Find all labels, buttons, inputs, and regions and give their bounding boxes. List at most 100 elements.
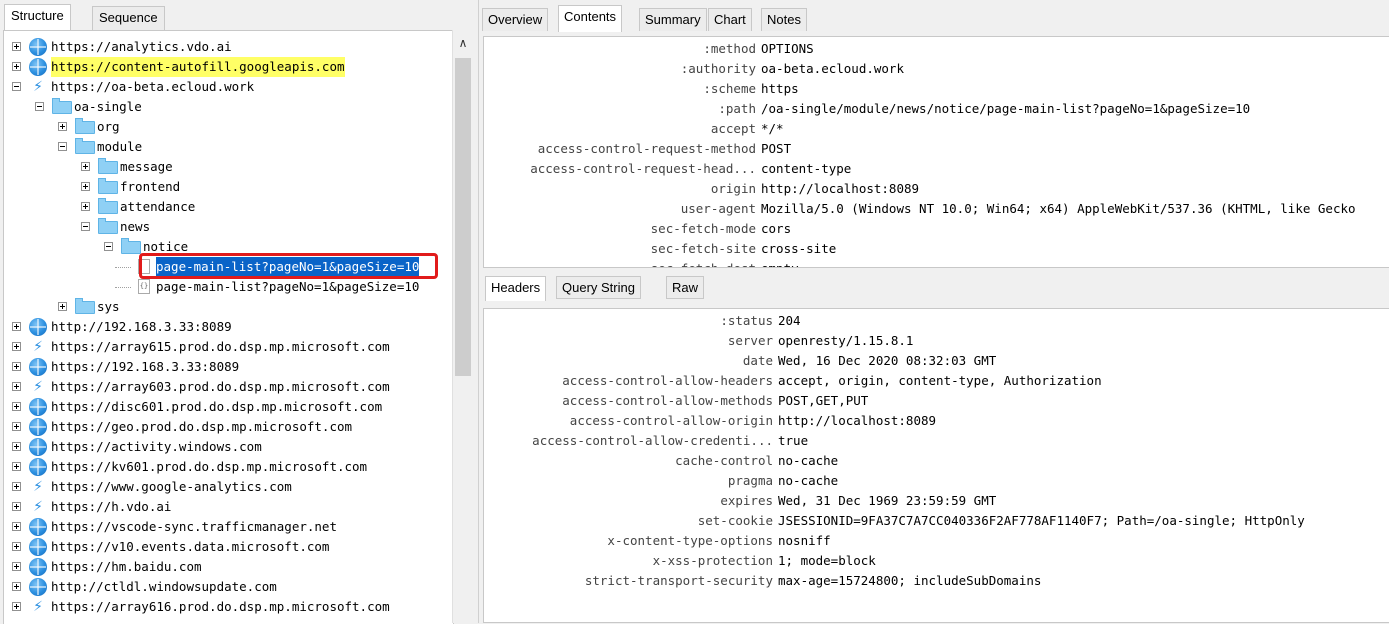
collapse-icon[interactable] — [104, 242, 113, 251]
tab-overview[interactable]: Overview — [482, 8, 549, 31]
expand-icon[interactable] — [12, 542, 21, 551]
expand-icon[interactable] — [58, 122, 67, 131]
tree-node[interactable]: https://activity.windows.com — [4, 437, 453, 457]
header-row[interactable]: cache-control no-cache — [484, 451, 1389, 471]
tree-node[interactable]: ⚡ https://array615.prod.do.dsp.mp.microso… — [4, 337, 453, 357]
collapse-icon[interactable] — [35, 102, 44, 111]
expand-icon[interactable] — [12, 382, 21, 391]
tree-node[interactable]: news — [4, 217, 453, 237]
tab-sequence[interactable]: Sequence — [92, 6, 165, 30]
header-name: access-control-request-method — [537, 141, 756, 156]
collapse-icon[interactable] — [12, 82, 21, 91]
tree-node[interactable]: https://geo.prod.do.dsp.mp.microsoft.com — [4, 417, 453, 437]
header-row[interactable]: origin http://localhost:8089 — [484, 179, 1389, 199]
tree-node[interactable]: ⚡ https://www.google-analytics.com — [4, 477, 453, 497]
bolt-icon: ⚡ — [33, 79, 43, 95]
header-row[interactable]: :authority oa-beta.ecloud.work — [484, 59, 1389, 79]
header-row[interactable]: sec-fetch-site cross-site — [484, 239, 1389, 259]
header-row[interactable]: :method OPTIONS — [484, 39, 1389, 59]
header-row[interactable]: sec-fetch-mode cors — [484, 219, 1389, 239]
header-row[interactable]: access-control-allow-credenti... true — [484, 431, 1389, 451]
header-row[interactable]: strict-transport-security max-age=1572480… — [484, 571, 1389, 591]
expand-icon[interactable] — [12, 342, 21, 351]
expand-icon[interactable] — [12, 582, 21, 591]
tab-query-string[interactable]: Query String — [556, 276, 641, 299]
tree-node-label: sys — [97, 299, 120, 314]
tree-node[interactable]: ⚡ https://array616.prod.do.dsp.mp.microso… — [4, 597, 453, 617]
collapse-icon[interactable] — [81, 222, 90, 231]
expand-icon[interactable] — [12, 442, 21, 451]
tree-node-label: https://oa-beta.ecloud.work — [51, 79, 255, 94]
tree-node[interactable]: https://kv601.prod.do.dsp.mp.microsoft.c… — [4, 457, 453, 477]
tab-chart[interactable]: Chart — [708, 8, 752, 31]
tab-structure[interactable]: Structure — [4, 4, 71, 31]
expand-icon[interactable] — [12, 42, 21, 51]
header-row[interactable]: user-agent Mozilla/5.0 (Windows NT 10.0; … — [484, 199, 1389, 219]
tree-node[interactable]: module — [4, 137, 453, 157]
tab-notes[interactable]: Notes — [761, 8, 807, 31]
expand-icon[interactable] — [12, 422, 21, 431]
header-row[interactable]: :status 204 — [484, 311, 1389, 331]
header-row[interactable]: date Wed, 16 Dec 2020 08:32:03 GMT — [484, 351, 1389, 371]
header-row[interactable]: access-control-request-method POST — [484, 139, 1389, 159]
tree-node[interactable]: ⚡ https://oa-beta.ecloud.work — [4, 77, 453, 97]
tree-node[interactable]: oa-single — [4, 97, 453, 117]
expand-icon[interactable] — [12, 462, 21, 471]
header-value: no-cache — [778, 453, 839, 468]
tree-node[interactable]: message — [4, 157, 453, 177]
header-row[interactable]: access-control-request-head... content-ty… — [484, 159, 1389, 179]
tree-node[interactable]: {} page-main-list?pageNo=1&pageSize=10 — [4, 277, 453, 297]
tree-node[interactable]: https://analytics.vdo.ai — [4, 37, 453, 57]
tree-scrollbar[interactable]: ∧ — [452, 30, 473, 623]
expand-icon[interactable] — [81, 162, 90, 171]
expand-icon[interactable] — [12, 602, 21, 611]
tree-node[interactable]: https://vscode-sync.trafficmanager.net — [4, 517, 453, 537]
scroll-up-arrow-icon[interactable]: ∧ — [453, 36, 473, 50]
expand-icon[interactable] — [12, 362, 21, 371]
tab-headers[interactable]: Headers — [485, 276, 547, 301]
header-row[interactable]: :scheme https — [484, 79, 1389, 99]
tab-raw[interactable]: Raw — [666, 276, 705, 299]
header-row[interactable]: access-control-allow-methods POST,GET,PUT — [484, 391, 1389, 411]
expand-icon[interactable] — [12, 502, 21, 511]
header-name: sec-fetch-site — [650, 241, 756, 256]
header-row[interactable]: access-control-allow-origin http://localh… — [484, 411, 1389, 431]
tree-node[interactable]: sys — [4, 297, 453, 317]
tree-node[interactable]: ⚡ https://h.vdo.ai — [4, 497, 453, 517]
expand-icon[interactable] — [12, 562, 21, 571]
tree-node[interactable]: frontend — [4, 177, 453, 197]
tree-node[interactable]: https://192.168.3.33:8089 — [4, 357, 453, 377]
expand-icon[interactable] — [81, 182, 90, 191]
collapse-icon[interactable] — [58, 142, 67, 151]
header-row[interactable]: :path/oa-single/module/news/notice/page-… — [484, 99, 1389, 119]
expand-icon[interactable] — [12, 62, 21, 71]
header-row[interactable]: access-control-allow-headers accept, orig… — [484, 371, 1389, 391]
header-row[interactable]: set-cookie JSESSIONID=9FA37C7A7CC040336F2… — [484, 511, 1389, 531]
expand-icon[interactable] — [12, 402, 21, 411]
tree-node[interactable]: org — [4, 117, 453, 137]
expand-icon[interactable] — [12, 482, 21, 491]
header-row[interactable]: accept */* — [484, 119, 1389, 139]
tree-node[interactable]: http://ctldl.windowsupdate.com — [4, 577, 453, 597]
tree-node[interactable]: https://disc601.prod.do.dsp.mp.microsoft… — [4, 397, 453, 417]
tree-node[interactable]: https://hm.baidu.com — [4, 557, 453, 577]
expand-icon[interactable] — [12, 322, 21, 331]
tree-node[interactable]: https://content-autofill.googleapis.com — [4, 57, 453, 77]
header-row[interactable]: x-content-type-options nosniff — [484, 531, 1389, 551]
tree-node[interactable]: https://v10.events.data.microsoft.com — [4, 537, 453, 557]
header-row[interactable]: pragma no-cache — [484, 471, 1389, 491]
header-name: cache-control — [675, 453, 773, 468]
tab-summary[interactable]: Summary — [639, 8, 707, 31]
tree-node[interactable]: http://192.168.3.33:8089 — [4, 317, 453, 337]
expand-icon[interactable] — [81, 202, 90, 211]
tree-node[interactable]: ⚡ https://array603.prod.do.dsp.mp.microso… — [4, 377, 453, 397]
header-row[interactable]: expires Wed, 31 Dec 1969 23:59:59 GMT — [484, 491, 1389, 511]
header-row[interactable]: server openresty/1.15.8.1 — [484, 331, 1389, 351]
expand-icon[interactable] — [12, 522, 21, 531]
tab-contents[interactable]: Contents — [558, 5, 623, 32]
header-row[interactable]: sec-fetch-dest empty — [484, 259, 1389, 267]
expand-icon[interactable] — [58, 302, 67, 311]
tree-node[interactable]: attendance — [4, 197, 453, 217]
scroll-thumb[interactable] — [455, 58, 471, 376]
header-row[interactable]: x-xss-protection 1; mode=block — [484, 551, 1389, 571]
